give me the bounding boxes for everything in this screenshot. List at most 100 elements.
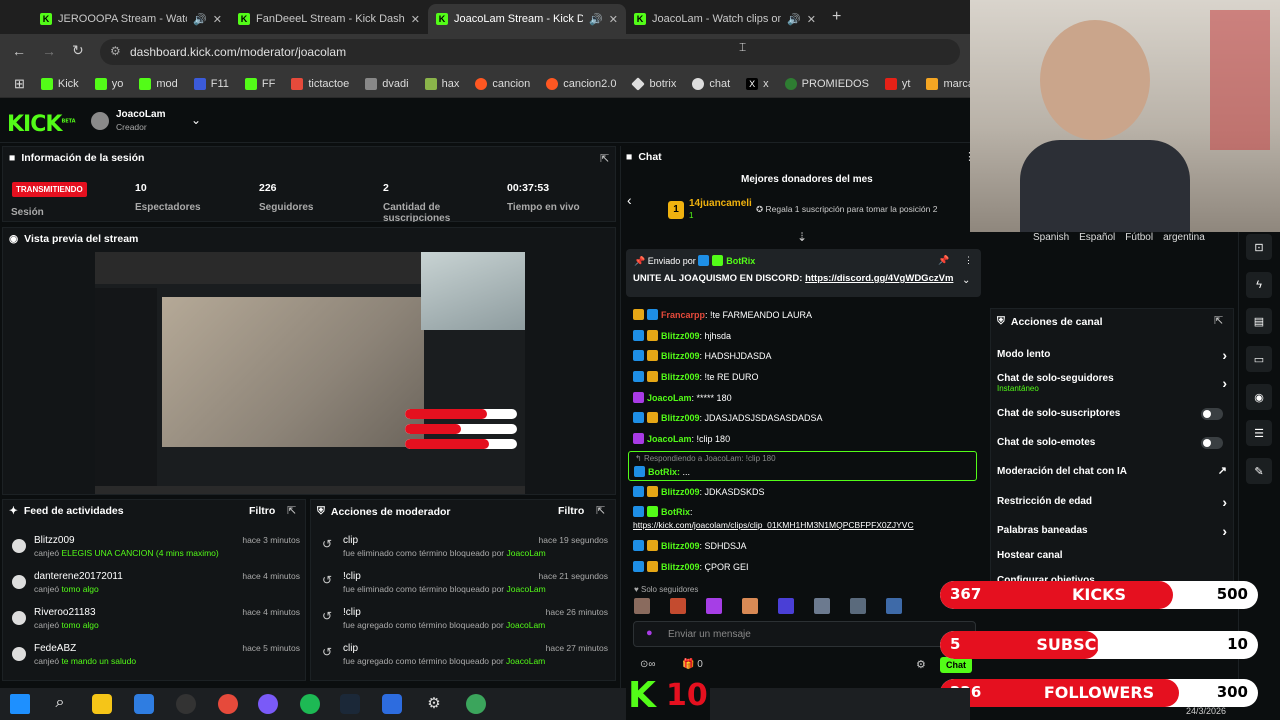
bookmark-mod[interactable]: mod	[131, 77, 185, 90]
browser-tab[interactable]: K JEROOOPA Stream - Watch 🔊 ✕	[32, 4, 230, 34]
bookmark-yt[interactable]: yt	[877, 77, 919, 90]
chat-icon[interactable]: ▭	[1246, 346, 1272, 372]
tag-chip[interactable]: argentina	[1163, 231, 1205, 244]
gift-prompt[interactable]: ✪ Regala 1 suscripción para tomar la pos…	[756, 204, 937, 215]
reply-context[interactable]: ↰ Respondiendo a JoacoLam: !clip 180	[635, 454, 776, 463]
forward-icon[interactable]: →	[42, 43, 56, 59]
collapse-arrow-icon[interactable]: ⇣	[797, 230, 807, 244]
pinned-by[interactable]: BotRix	[726, 256, 755, 266]
bookmark-dvadi[interactable]: dvadi	[357, 77, 416, 90]
feed-user[interactable]: FedeABZ	[34, 643, 76, 654]
browser-tab[interactable]: K JoacoLam - Watch clips on 🔊 ✕	[626, 4, 824, 34]
feed-user[interactable]: Blitzz009	[34, 535, 75, 546]
notes-icon[interactable]: ▤	[1246, 308, 1272, 334]
spotify-icon[interactable]	[300, 694, 320, 714]
chat-user[interactable]: Blitzz009	[661, 351, 700, 361]
bookmark-ff[interactable]: FF	[237, 77, 283, 90]
app-icon[interactable]	[382, 694, 402, 714]
followers-only-row[interactable]: Chat de solo-seguidores Instantáneo ›	[997, 373, 1227, 393]
speaker-icon[interactable]: 🔊	[193, 13, 207, 26]
close-tab-icon[interactable]: ✕	[213, 13, 222, 26]
fullscreen-icon[interactable]: ⊡	[1246, 234, 1272, 260]
chrome-profile-icon[interactable]	[258, 694, 278, 714]
bookmark-x[interactable]: Xx	[738, 77, 777, 90]
expand-icon[interactable]: ⇱	[596, 504, 605, 517]
steam-icon[interactable]	[340, 694, 360, 714]
bookmark-botrix[interactable]: botrix	[624, 76, 684, 91]
chrome-icon[interactable]	[218, 694, 238, 714]
settings-gear-icon[interactable]: ⚙	[916, 658, 926, 671]
emote-icon[interactable]	[778, 598, 794, 614]
emote-icon[interactable]	[670, 598, 686, 614]
chat-user[interactable]: Blitzz009	[661, 372, 700, 382]
ai-moderation-row[interactable]: Moderación del chat con IA ↗	[997, 465, 1227, 486]
emote-icon[interactable]	[634, 598, 650, 614]
undo-icon[interactable]: ↺	[322, 609, 332, 623]
close-tab-icon[interactable]: ✕	[807, 13, 816, 26]
infinity-icon[interactable]: ⊙∞	[640, 659, 656, 670]
emote-icon[interactable]	[814, 598, 830, 614]
chat-user[interactable]: Blitzz009	[661, 562, 700, 572]
bookmark-tictactoe[interactable]: tictactoe	[283, 77, 357, 90]
speaker-icon[interactable]: 🔊	[589, 13, 603, 26]
emote-icon[interactable]	[886, 598, 902, 614]
bookmark-hax[interactable]: hax	[417, 77, 468, 90]
mod-by[interactable]: JoacoLam	[507, 584, 546, 594]
undo-icon[interactable]: ↺	[322, 645, 332, 659]
broadcast-icon[interactable]: ◉	[1246, 384, 1272, 410]
chat-input[interactable]: ● Enviar un mensaje	[633, 621, 976, 647]
browser-tab[interactable]: K FanDeeeL Stream - Kick Dashbo ✕	[230, 4, 428, 34]
clip-link[interactable]: https://kick.com/joacolam/clips/clip_01K…	[633, 520, 914, 530]
emote-icon[interactable]	[742, 598, 758, 614]
wrench-icon[interactable]: ✎	[1246, 458, 1272, 484]
file-explorer-icon[interactable]	[92, 694, 112, 714]
undo-icon[interactable]: ↺	[322, 537, 332, 551]
obs-icon[interactable]	[176, 694, 196, 714]
bookmark-kick[interactable]: Kick	[33, 77, 87, 90]
chat-user[interactable]: Blitzz009	[661, 541, 700, 551]
mod-filter-button[interactable]: Filtro	[558, 505, 584, 517]
chat-user[interactable]: Blitzz009	[661, 331, 700, 341]
unpin-icon[interactable]: 📌	[938, 255, 949, 266]
bookmark-promiedos[interactable]: PROMIEDOS	[777, 77, 877, 90]
tag-chip[interactable]: Fútbol	[1125, 231, 1153, 244]
chevron-left-icon[interactable]: ‹	[627, 192, 632, 208]
send-chat-button[interactable]: Chat	[940, 657, 972, 673]
feed-user[interactable]: Riveroo21183	[34, 607, 96, 618]
reload-icon[interactable]: ↻	[72, 42, 84, 59]
chrome-icon[interactable]	[466, 694, 486, 714]
expand-icon[interactable]: ⇱	[287, 504, 296, 517]
mod-by[interactable]: JoacoLam	[506, 656, 545, 666]
bookmark-yo[interactable]: yo	[87, 77, 132, 90]
chat-user[interactable]: BotRix	[661, 507, 690, 517]
close-tab-icon[interactable]: ✕	[411, 13, 420, 26]
chat-user[interactable]: BotRix:	[648, 467, 680, 477]
banned-words-row[interactable]: Palabras baneadas ›	[997, 523, 1227, 545]
chat-user[interactable]: JoacoLam	[647, 434, 692, 444]
mod-by[interactable]: JoacoLam	[506, 620, 545, 630]
chat-user[interactable]: Blitzz009	[661, 487, 700, 497]
bookmark-cancion2[interactable]: cancion2.0	[538, 77, 624, 90]
speaker-icon[interactable]: 🔊	[787, 13, 801, 26]
feed-filter-button[interactable]: Filtro	[249, 505, 275, 517]
tag-chip[interactable]: Español	[1079, 231, 1115, 244]
close-tab-icon[interactable]: ✕	[609, 13, 618, 26]
chevron-down-icon[interactable]: ⌄	[962, 275, 970, 286]
mic-icon[interactable]: ●	[646, 627, 653, 639]
tag-chip[interactable]: Spanish	[1033, 231, 1069, 244]
kick-logo[interactable]: KICKBETA	[7, 112, 76, 137]
chat-user[interactable]: Francarpp	[661, 310, 705, 320]
expand-icon[interactable]: ⇱	[600, 152, 609, 165]
mod-by[interactable]: JoacoLam	[507, 548, 546, 558]
undo-icon[interactable]: ↺	[322, 573, 332, 587]
channel-switch-chevron-down-icon[interactable]: ⌄	[191, 113, 201, 127]
settings-gear-icon[interactable]: ⚙	[424, 694, 444, 714]
stream-preview-video[interactable]	[95, 252, 525, 494]
feed-user[interactable]: danterene20172011	[34, 571, 123, 582]
windows-start-icon[interactable]	[10, 694, 30, 714]
bolt-icon[interactable]: ϟ	[1246, 272, 1272, 298]
emote-icon[interactable]	[850, 598, 866, 614]
top-donor-name[interactable]: 14juancameli	[689, 198, 752, 209]
new-tab-icon[interactable]: +	[832, 8, 841, 26]
bookmark-cancion[interactable]: cancion	[467, 77, 538, 90]
